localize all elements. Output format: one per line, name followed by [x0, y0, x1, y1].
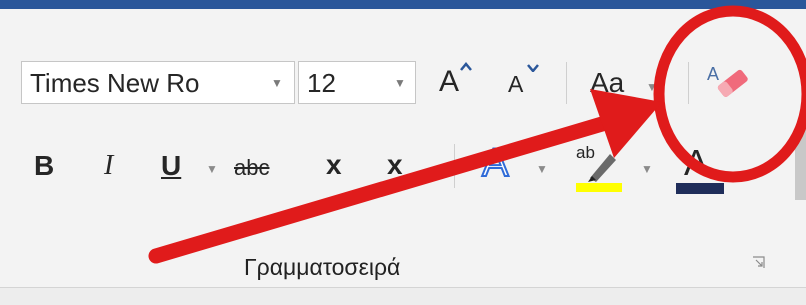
text-effects-label: A	[481, 140, 510, 186]
svg-text:A: A	[707, 64, 719, 84]
grow-font-button[interactable]: A	[436, 58, 476, 106]
strikethrough-label: abc	[234, 155, 270, 180]
group-label: Γραμματοσειρά	[244, 254, 401, 280]
strikethrough-button[interactable]: abc	[232, 146, 292, 190]
underline-label: U	[161, 150, 182, 181]
font-size-combobox[interactable]: 12 ▼	[298, 61, 416, 104]
scroll-strip	[795, 130, 806, 200]
chevron-down-icon[interactable]: ▼	[646, 80, 658, 94]
superscript-button[interactable]: x	[384, 140, 430, 190]
change-case-button[interactable]: Aa ▼	[586, 58, 658, 106]
separator	[454, 144, 455, 188]
chevron-down-icon[interactable]: ▼	[641, 162, 653, 176]
annotation-arrow-shaft	[148, 116, 610, 264]
font-name-value: Times New Ro	[30, 68, 200, 98]
bold-label: B	[34, 150, 55, 181]
font-color-label: A	[684, 142, 709, 183]
ribbon-bottom-edge	[0, 287, 806, 305]
subscript-button[interactable]: x	[323, 146, 367, 190]
text-effects-button[interactable]: A	[481, 140, 518, 190]
shrink-font-button[interactable]: A	[505, 58, 545, 106]
highlight-button[interactable]: ab	[572, 140, 624, 196]
italic-label: I	[104, 150, 114, 181]
chevron-down-icon[interactable]: ▼	[394, 76, 406, 90]
font-size-value: 12	[307, 68, 336, 98]
highlighter-icon	[588, 154, 616, 182]
chevron-down-icon[interactable]: ▼	[271, 76, 283, 90]
superscript-label: x	[387, 149, 403, 180]
highlight-color-swatch	[576, 183, 622, 192]
font-name-combobox[interactable]: Times New Ro ▼	[21, 61, 295, 104]
change-case-label: Aa	[590, 67, 625, 98]
chevron-down-icon[interactable]: ▼	[206, 162, 218, 176]
font-color-swatch	[676, 183, 724, 194]
separator	[566, 62, 567, 104]
bold-button[interactable]: B	[30, 146, 66, 190]
font-color-button[interactable]: A	[674, 140, 726, 196]
grow-font-label: A	[439, 65, 460, 98]
eraser-icon: A	[707, 64, 748, 97]
title-bar	[0, 0, 806, 9]
underline-button[interactable]: U	[156, 146, 190, 190]
subscript-label: x	[326, 149, 342, 180]
separator	[688, 62, 689, 104]
chevron-down-icon[interactable]: ▼	[536, 162, 548, 176]
italic-button[interactable]: I	[98, 146, 134, 190]
shrink-font-label: A	[508, 71, 524, 97]
caret-down-icon	[527, 64, 539, 72]
caret-up-icon	[460, 62, 472, 71]
dialog-launcher-icon[interactable]	[752, 256, 765, 269]
clear-formatting-button[interactable]: A	[704, 58, 750, 104]
ribbon-screenshot: Times New Ro ▼ 12 ▼ A A Aa ▼ A B I U ▼ a…	[0, 0, 806, 305]
